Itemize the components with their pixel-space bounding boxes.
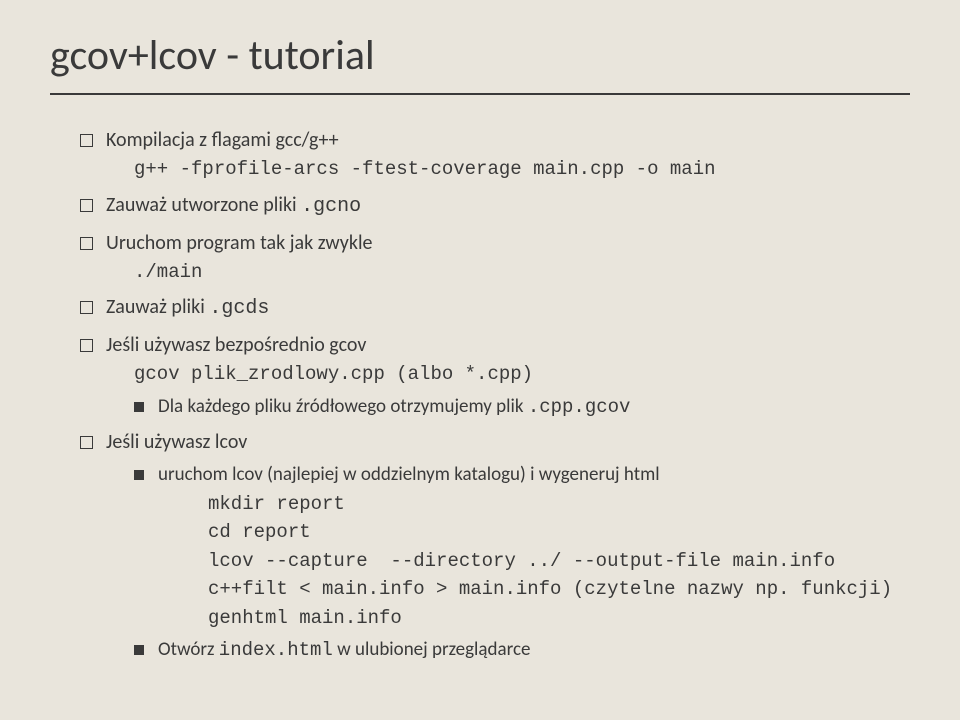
item-text: Zauważ pliki xyxy=(106,295,209,319)
inline-code: .gcno xyxy=(301,195,361,218)
slide-title: gcov+lcov - tutorial xyxy=(50,30,910,95)
item-text: Jeśli używasz lcov xyxy=(106,430,247,454)
list-item: Jeśli używasz lcov uruchom lcov (najlepi… xyxy=(80,427,910,665)
inline-code: index.html xyxy=(219,639,333,661)
item-text: Otwórz xyxy=(158,638,219,661)
list-item: Uruchom program tak jak zwykle ./main xyxy=(80,228,910,287)
sub-list: Dla każdego pliku źródłowego otrzymujemy… xyxy=(106,393,910,422)
item-text: Dla każdego pliku źródłowego otrzymujemy… xyxy=(158,395,528,418)
list-item: Zauważ utworzone pliki .gcno xyxy=(80,190,910,222)
list-item: Jeśli używasz bezpośrednio gcov gcov pli… xyxy=(80,330,910,421)
inline-code: .gcds xyxy=(209,297,269,320)
item-text: Zauważ utworzone pliki xyxy=(106,193,301,217)
item-text: Kompilacja z flagami gcc/g++ xyxy=(106,128,339,152)
code-block: mkdir report cd report lcov --capture --… xyxy=(158,490,910,633)
bullet-list: Kompilacja z flagami gcc/g++ g++ -fprofi… xyxy=(50,125,910,665)
code-line: g++ -fprofile-arcs -ftest-coverage main.… xyxy=(106,155,910,184)
item-text: uruchom lcov (najlepiej w oddzielnym kat… xyxy=(158,463,660,486)
code-line: ./main xyxy=(106,258,910,287)
list-item: Zauważ pliki .gcds xyxy=(80,292,910,324)
item-text: Jeśli używasz bezpośrednio gcov xyxy=(106,333,366,357)
sub-list-item: Otwórz index.html w ulubionej przeglądar… xyxy=(134,636,910,665)
sub-list: uruchom lcov (najlepiej w oddzielnym kat… xyxy=(106,461,910,665)
inline-code: .cpp.gcov xyxy=(528,396,631,418)
sub-list-item: Dla każdego pliku źródłowego otrzymujemy… xyxy=(134,393,910,422)
item-text: w ulubionej przeglądarce xyxy=(333,638,531,661)
code-line: gcov plik_zrodlowy.cpp (albo *.cpp) xyxy=(106,360,910,389)
sub-list-item: uruchom lcov (najlepiej w oddzielnym kat… xyxy=(134,461,910,632)
item-text: Uruchom program tak jak zwykle xyxy=(106,231,373,255)
list-item: Kompilacja z flagami gcc/g++ g++ -fprofi… xyxy=(80,125,910,184)
